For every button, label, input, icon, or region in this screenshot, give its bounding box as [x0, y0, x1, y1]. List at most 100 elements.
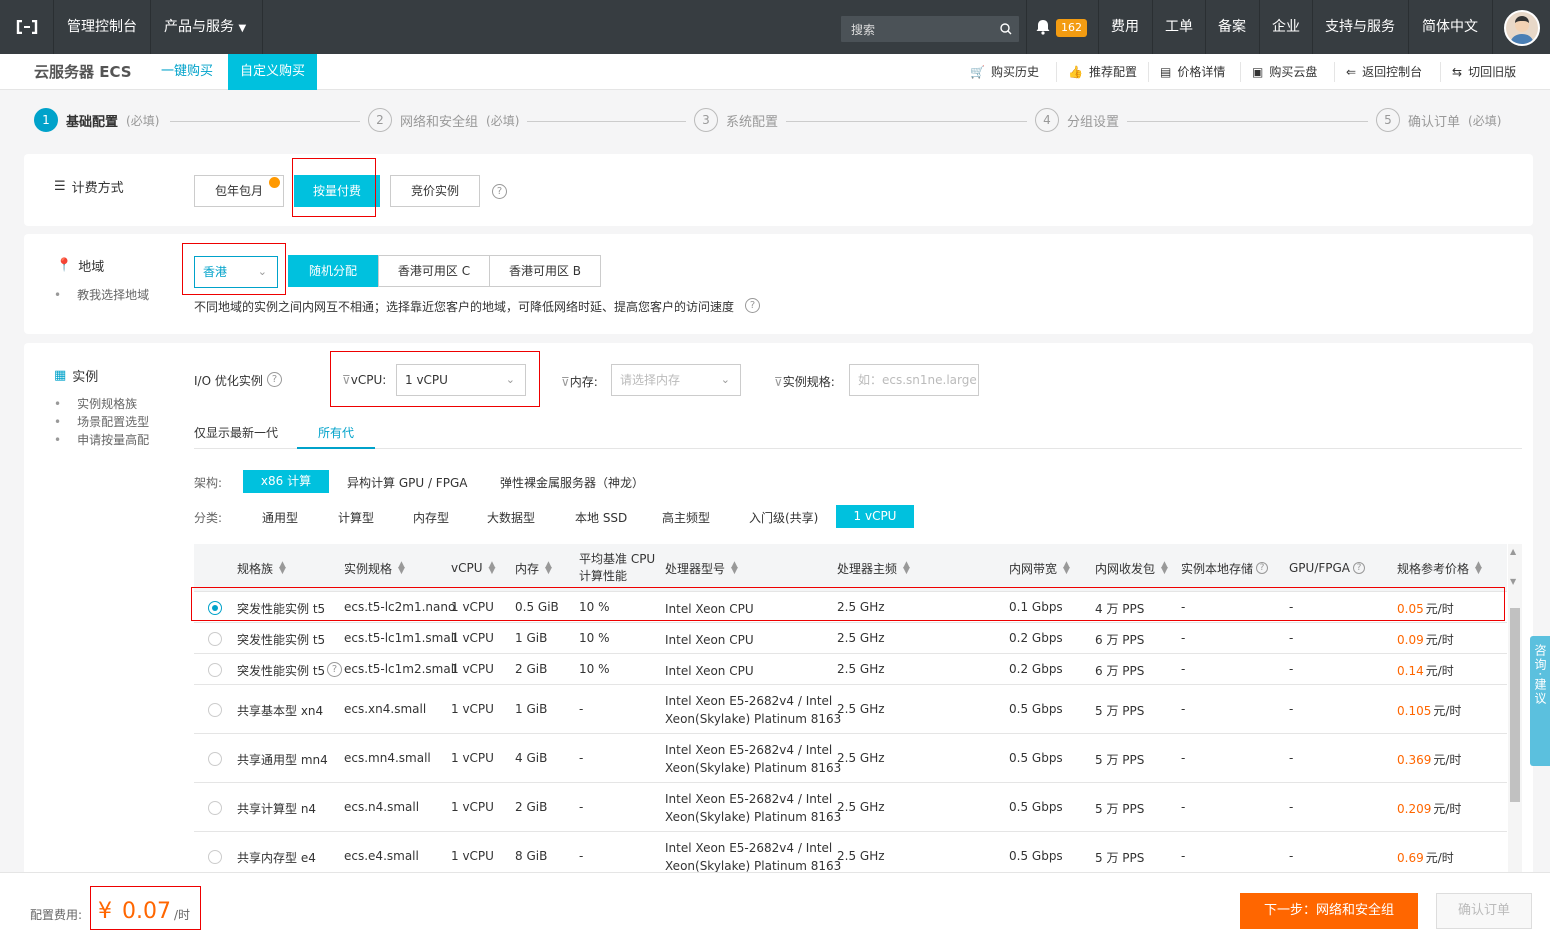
- price-detail-link[interactable]: ▤ 价格详情: [1160, 54, 1225, 90]
- confirm-order-button[interactable]: 确认订单: [1436, 893, 1532, 929]
- cat-shared-button[interactable]: 入门级(共享): [749, 509, 818, 526]
- vcpu-select[interactable]: 1 vCPU ⌄: [396, 364, 526, 396]
- scroll-up-icon[interactable]: ▲: [1510, 547, 1516, 556]
- sort-icon[interactable]: ▲ ▼: [489, 561, 496, 576]
- table-row[interactable]: 突发性能实例 t5 ecs.t5-lc2m1.nano 1 vCPU 0.5 GiB 1…: [194, 592, 1507, 623]
- row-radio[interactable]: [208, 600, 222, 615]
- table-row[interactable]: 共享基本型 xn4 ecs.xn4.small 1 vCPU 1 GiB - 2.5 GH…: [194, 685, 1507, 734]
- cat-1vcpu-button[interactable]: 1 vCPU: [836, 505, 914, 528]
- scene-select-link[interactable]: 场景配置选型: [54, 413, 149, 431]
- next-step-button[interactable]: 下一步：网络和安全组: [1240, 893, 1418, 929]
- cat-highfreq-button[interactable]: 高主频型: [662, 509, 710, 526]
- help-icon[interactable]: ?: [1353, 562, 1366, 574]
- sort-icon[interactable]: ▲ ▼: [903, 561, 910, 576]
- cat-general-button[interactable]: 通用型: [262, 509, 298, 526]
- tab-all-gen[interactable]: 所有代: [318, 424, 354, 441]
- sort-icon[interactable]: ▲ ▼: [1475, 561, 1482, 576]
- region-help-link[interactable]: 教我选择地域: [54, 286, 149, 304]
- aliyun-logo-icon[interactable]: [0, 0, 54, 54]
- row-radio[interactable]: [208, 751, 222, 766]
- help-icon[interactable]: ?: [327, 661, 342, 677]
- col-bandwidth[interactable]: 内网带宽 ▲ ▼: [1009, 544, 1070, 592]
- console-link[interactable]: 管理控制台: [67, 0, 137, 54]
- apply-quota-link[interactable]: 申请按量高配: [54, 431, 149, 449]
- table-scrollbar-thumb[interactable]: [1510, 608, 1520, 802]
- memory-select[interactable]: 请选择内存 ⌄: [611, 364, 741, 396]
- back-console-link[interactable]: ⇐ 返回控制台: [1346, 54, 1422, 90]
- purchase-history-link[interactable]: 🛒 购买历史: [970, 54, 1039, 90]
- sort-icon[interactable]: ▲ ▼: [1161, 561, 1168, 576]
- sort-icon[interactable]: ▲ ▼: [731, 561, 738, 576]
- tab-custom-buy[interactable]: 自定义购买: [228, 54, 318, 90]
- help-icon[interactable]: ?: [1256, 562, 1269, 574]
- nav-support[interactable]: 支持与服务: [1325, 0, 1395, 54]
- step-system[interactable]: 3 系统配置: [686, 108, 787, 132]
- tab-quick-buy[interactable]: 一键购买: [149, 54, 225, 90]
- col-cpu-model[interactable]: 处理器型号 ▲ ▼: [665, 544, 738, 592]
- billing-payg-button[interactable]: 按量付费: [294, 175, 380, 207]
- recommend-config-link[interactable]: 👍 推荐配置: [1068, 54, 1137, 90]
- col-spec[interactable]: 实例规格 ▲ ▼: [344, 544, 405, 592]
- cat-ssd-button[interactable]: 本地 SSD: [575, 509, 627, 526]
- scroll-down-icon[interactable]: ▼: [1510, 577, 1516, 586]
- cat-compute-button[interactable]: 计算型: [338, 509, 374, 526]
- instance-icon: ▦: [54, 368, 67, 383]
- nav-record[interactable]: 备案: [1218, 0, 1246, 54]
- buy-disk-label: 购买云盘: [1269, 65, 1318, 79]
- row-radio[interactable]: [208, 662, 222, 677]
- col-vcpu[interactable]: vCPU ▲ ▼: [451, 544, 495, 592]
- table-row[interactable]: 突发性能实例 t5 ecs.t5-lc1m1.small 1 vCPU 1 GiB 10…: [194, 623, 1507, 654]
- cell-price: 0.369 元/时: [1397, 751, 1461, 768]
- zone-b-button[interactable]: 香港可用区 B: [489, 255, 601, 287]
- search-input[interactable]: 搜索: [841, 16, 1019, 42]
- step-group[interactable]: 4 分组设置: [1027, 108, 1128, 132]
- buy-disk-link[interactable]: ▣ 购买云盘: [1252, 54, 1317, 90]
- table-row[interactable]: 共享计算型 n4 ecs.n4.small 1 vCPU 2 GiB - 2.5 GHz 0…: [194, 783, 1507, 832]
- arch-gpu-button[interactable]: 异构计算 GPU / FPGA: [347, 474, 467, 491]
- col-mem[interactable]: 内存 ▲ ▼: [515, 544, 552, 592]
- col-family[interactable]: 规格族 ▲ ▼: [237, 544, 286, 592]
- avatar[interactable]: [1504, 10, 1540, 46]
- search-icon[interactable]: [993, 16, 1019, 42]
- help-icon[interactable]: ?: [267, 372, 282, 387]
- sort-icon[interactable]: ▲ ▼: [398, 561, 405, 576]
- step-label: 网络和安全组: [400, 114, 479, 130]
- tab-latest-gen[interactable]: 仅显示最新一代: [194, 424, 278, 441]
- table-row[interactable]: 突发性能实例 t5 ecs.t5-lc1m2.small 1 vCPU 2 GiB 10…: [194, 654, 1507, 685]
- bell-icon[interactable]: [1036, 0, 1050, 54]
- cat-memory-button[interactable]: 内存型: [413, 509, 449, 526]
- arch-x86-button[interactable]: x86 计算: [243, 470, 329, 493]
- step-confirm[interactable]: 5 确认订单 (必填): [1368, 108, 1510, 132]
- sort-icon[interactable]: ▲ ▼: [279, 561, 286, 576]
- region-select[interactable]: 香港 ⌄: [194, 256, 278, 288]
- help-icon[interactable]: ?: [745, 298, 760, 313]
- cat-bigdata-button[interactable]: 大数据型: [487, 509, 535, 526]
- cell-gpu: -: [1289, 750, 1294, 765]
- nav-language[interactable]: 简体中文: [1422, 0, 1478, 54]
- nav-fee[interactable]: 费用: [1111, 0, 1139, 54]
- col-price[interactable]: 规格参考价格 ▲ ▼: [1397, 544, 1482, 592]
- zone-random-button[interactable]: 随机分配: [288, 255, 378, 287]
- table-row[interactable]: 共享通用型 mn4 ecs.mn4.small 1 vCPU 4 GiB - 2.5 GH…: [194, 734, 1507, 783]
- instance-family-link[interactable]: 实例规格族: [54, 395, 149, 413]
- col-pps[interactable]: 内网收发包 ▲ ▼: [1095, 544, 1168, 592]
- arch-baremetal-button[interactable]: 弹性裸金属服务器（神龙）: [500, 474, 644, 491]
- feedback-tab[interactable]: 咨询·建议: [1530, 636, 1550, 766]
- zone-c-button[interactable]: 香港可用区 C: [378, 255, 490, 287]
- row-radio[interactable]: [208, 849, 222, 864]
- col-freq[interactable]: 处理器主频 ▲ ▼: [837, 544, 910, 592]
- row-radio[interactable]: [208, 800, 222, 815]
- notification-badge[interactable]: 162: [1056, 19, 1087, 37]
- nav-enterprise[interactable]: 企业: [1272, 0, 1300, 54]
- row-radio[interactable]: [208, 631, 222, 646]
- spec-input[interactable]: 如：ecs.sn1ne.large: [849, 364, 979, 396]
- help-icon[interactable]: ?: [492, 184, 507, 199]
- nav-ticket[interactable]: 工单: [1165, 0, 1193, 54]
- row-radio[interactable]: [208, 702, 222, 717]
- sort-icon[interactable]: ▲ ▼: [545, 561, 552, 576]
- sort-icon[interactable]: ▲ ▼: [1063, 561, 1070, 576]
- step-network[interactable]: 2 网络和安全组 (必填): [360, 108, 528, 132]
- old-version-link[interactable]: ⇆ 切回旧版: [1452, 54, 1516, 90]
- billing-spot-button[interactable]: 竞价实例: [390, 175, 480, 207]
- products-menu[interactable]: 产品与服务 ▼: [164, 0, 246, 54]
